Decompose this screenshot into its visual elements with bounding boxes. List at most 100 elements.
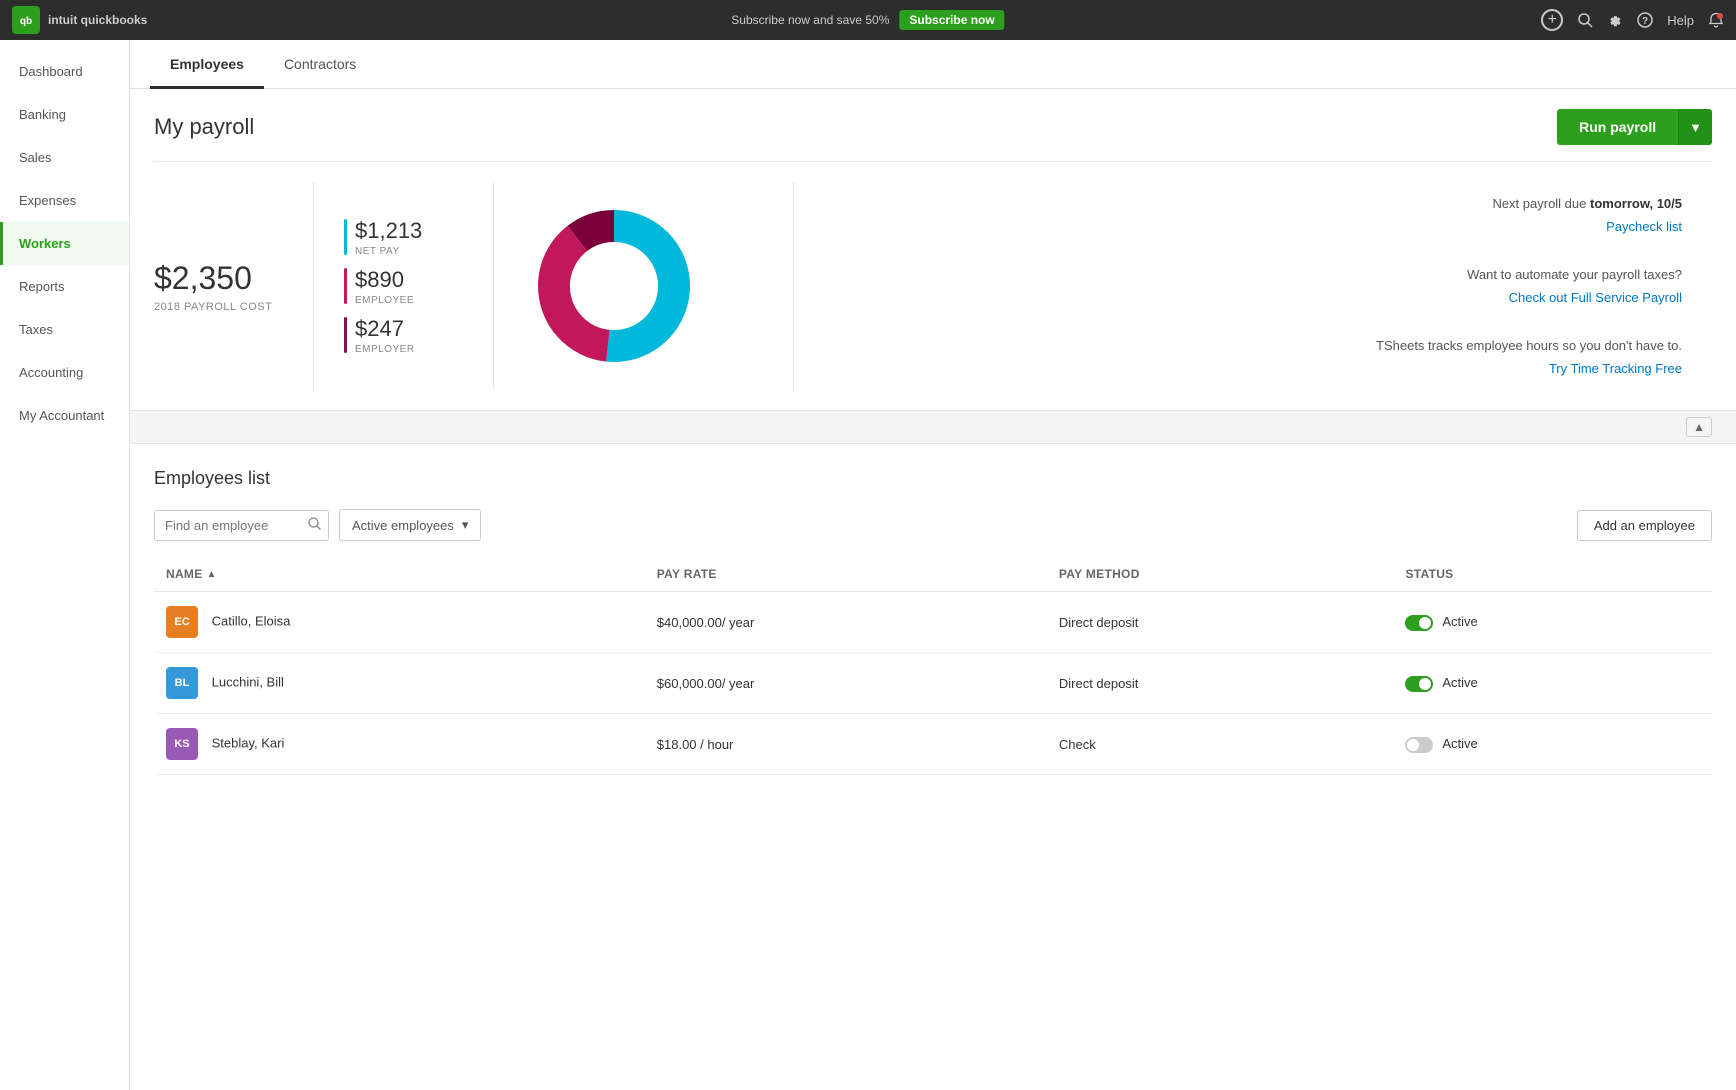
next-payroll-info: Next payroll due tomorrow, 10/5 Paycheck… bbox=[824, 192, 1682, 239]
top-nav-icons: + ? Help bbox=[1541, 9, 1724, 31]
employee-pay-rate: $40,000.00/ year bbox=[645, 592, 1047, 653]
status-toggle[interactable] bbox=[1405, 615, 1433, 631]
filter-dropdown[interactable]: Active employees ▾ bbox=[339, 509, 481, 541]
net-pay-label: NET PAY bbox=[355, 246, 422, 257]
toggle-dot bbox=[1419, 617, 1431, 629]
filter-label: Active employees bbox=[352, 518, 454, 533]
logo-icon: qb bbox=[12, 6, 40, 34]
employee-name-cell: KS Steblay, Kari bbox=[154, 714, 645, 775]
breakdown-net-pay: $1,213 NET PAY bbox=[344, 218, 463, 257]
tsheets-text: TSheets tracks employee hours so you don… bbox=[1376, 338, 1682, 353]
sidebar-item-accounting[interactable]: Accounting bbox=[0, 351, 129, 394]
table-row[interactable]: EC Catillo, Eloisa $40,000.00/ yearDirec… bbox=[154, 592, 1712, 653]
employee-label: EMPLOYEE bbox=[355, 295, 414, 306]
main-content: Employees Contractors My payroll Run pay… bbox=[130, 40, 1736, 1090]
page-title: My payroll bbox=[154, 114, 254, 140]
next-payroll-text: Next payroll due bbox=[1492, 196, 1586, 211]
sidebar-item-sales[interactable]: Sales bbox=[0, 136, 129, 179]
th-name: NAME ▲ bbox=[154, 557, 645, 592]
tab-contractors[interactable]: Contractors bbox=[264, 40, 376, 89]
status-toggle[interactable] bbox=[1405, 737, 1433, 753]
employee-name: Catillo, Eloisa bbox=[212, 614, 291, 629]
subscribe-now-button[interactable]: Subscribe now bbox=[899, 10, 1004, 30]
top-navigation: qb intuit quickbooks Subscribe now and s… bbox=[0, 0, 1736, 40]
payroll-cost-label: 2018 PAYROLL COST bbox=[154, 301, 283, 313]
net-pay-amount: $1,213 bbox=[355, 218, 422, 244]
status-label: Active bbox=[1442, 614, 1477, 629]
sidebar-item-dashboard[interactable]: Dashboard bbox=[0, 50, 129, 93]
employee-pay-method: Check bbox=[1047, 714, 1394, 775]
table-row[interactable]: BL Lucchini, Bill $60,000.00/ yearDirect… bbox=[154, 653, 1712, 714]
add-employee-button[interactable]: Add an employee bbox=[1577, 510, 1712, 541]
table-body: EC Catillo, Eloisa $40,000.00/ yearDirec… bbox=[154, 592, 1712, 775]
employee-status: Active bbox=[1393, 714, 1712, 775]
collapse-button[interactable]: ▲ bbox=[1686, 417, 1712, 437]
toggle-dot bbox=[1407, 739, 1419, 751]
employee-avatar: BL bbox=[166, 667, 198, 699]
search-icon[interactable] bbox=[1577, 12, 1593, 28]
sidebar-item-workers[interactable]: Workers bbox=[0, 222, 129, 265]
status-label: Active bbox=[1442, 675, 1477, 690]
payroll-breakdown: $1,213 NET PAY $890 EMPLOYEE bbox=[314, 182, 494, 390]
employee-name: Steblay, Kari bbox=[212, 736, 285, 751]
employee-pay-method: Direct deposit bbox=[1047, 592, 1394, 653]
breakdown-employer: $247 EMPLOYER bbox=[344, 316, 463, 355]
employee-pay-method: Direct deposit bbox=[1047, 653, 1394, 714]
logo-text: intuit quickbooks bbox=[48, 13, 147, 27]
toggle-dot bbox=[1419, 678, 1431, 690]
employer-label: EMPLOYER bbox=[355, 344, 415, 355]
employee-name-cell: BL Lucchini, Bill bbox=[154, 653, 645, 714]
svg-text:qb: qb bbox=[20, 16, 32, 27]
tab-employees[interactable]: Employees bbox=[150, 40, 264, 89]
sort-icon: ▲ bbox=[207, 569, 217, 580]
employee-name: Lucchini, Bill bbox=[212, 675, 284, 690]
collapse-toggle: ▲ bbox=[130, 410, 1736, 444]
employees-list-title: Employees list bbox=[154, 468, 1712, 489]
sidebar-item-expenses[interactable]: Expenses bbox=[0, 179, 129, 222]
table-header: NAME ▲ PAY RATE PAY METHOD STATUS bbox=[154, 557, 1712, 592]
employee-status: Active bbox=[1393, 592, 1712, 653]
employee-name-cell: EC Catillo, Eloisa bbox=[154, 592, 645, 653]
notifications-icon[interactable] bbox=[1708, 12, 1724, 28]
help-icon[interactable]: ? bbox=[1637, 12, 1653, 28]
run-payroll-dropdown[interactable]: ▼ bbox=[1678, 109, 1712, 145]
next-payroll-date: tomorrow, 10/5 bbox=[1590, 196, 1682, 211]
automate-info: Want to automate your payroll taxes? Che… bbox=[824, 263, 1682, 310]
help-text[interactable]: Help bbox=[1667, 13, 1694, 28]
table-row[interactable]: KS Steblay, Kari $18.00 / hourCheck Acti… bbox=[154, 714, 1712, 775]
automate-text: Want to automate your payroll taxes? bbox=[1467, 267, 1682, 282]
sidebar-item-my-accountant[interactable]: My Accountant bbox=[0, 394, 129, 437]
payroll-cost-amount: $2,350 bbox=[154, 260, 283, 297]
promo-text: Subscribe now and save 50% bbox=[731, 13, 889, 27]
automate-link[interactable]: Check out Full Service Payroll bbox=[824, 286, 1682, 309]
employee-avatar: EC bbox=[166, 606, 198, 638]
page-header: My payroll Run payroll ▼ bbox=[130, 89, 1736, 161]
th-status: STATUS bbox=[1393, 557, 1712, 592]
search-input-wrapper bbox=[154, 510, 329, 541]
settings-icon[interactable] bbox=[1607, 12, 1623, 28]
payroll-summary: $2,350 2018 PAYROLL COST $1,213 NET PAY bbox=[130, 162, 1736, 410]
add-icon[interactable]: + bbox=[1541, 9, 1563, 31]
run-payroll-button[interactable]: Run payroll bbox=[1557, 109, 1678, 145]
logo[interactable]: qb intuit quickbooks bbox=[12, 6, 147, 34]
tsheets-link[interactable]: Try Time Tracking Free bbox=[824, 357, 1682, 380]
th-pay-method: PAY METHOD bbox=[1047, 557, 1394, 592]
tsheets-info: TSheets tracks employee hours so you don… bbox=[824, 334, 1682, 381]
employee-status: Active bbox=[1393, 653, 1712, 714]
employee-avatar: KS bbox=[166, 728, 198, 760]
employees-table: NAME ▲ PAY RATE PAY METHOD STATUS EC Cat… bbox=[154, 557, 1712, 775]
svg-text:?: ? bbox=[1642, 16, 1648, 27]
run-payroll-wrapper: Run payroll ▼ bbox=[1557, 109, 1712, 145]
sidebar-item-banking[interactable]: Banking bbox=[0, 93, 129, 136]
status-toggle[interactable] bbox=[1405, 676, 1433, 692]
employer-indicator bbox=[344, 317, 347, 353]
filter-chevron-icon: ▾ bbox=[462, 517, 469, 533]
donut-chart bbox=[534, 206, 694, 366]
payroll-cost: $2,350 2018 PAYROLL COST bbox=[154, 182, 314, 390]
sidebar-item-reports[interactable]: Reports bbox=[0, 265, 129, 308]
paycheck-list-link[interactable]: Paycheck list bbox=[824, 215, 1682, 238]
sidebar: Dashboard Banking Sales Expenses Workers… bbox=[0, 40, 130, 1090]
sidebar-item-taxes[interactable]: Taxes bbox=[0, 308, 129, 351]
search-input[interactable] bbox=[154, 510, 329, 541]
employees-list-section: Employees list Active employ bbox=[130, 444, 1736, 799]
